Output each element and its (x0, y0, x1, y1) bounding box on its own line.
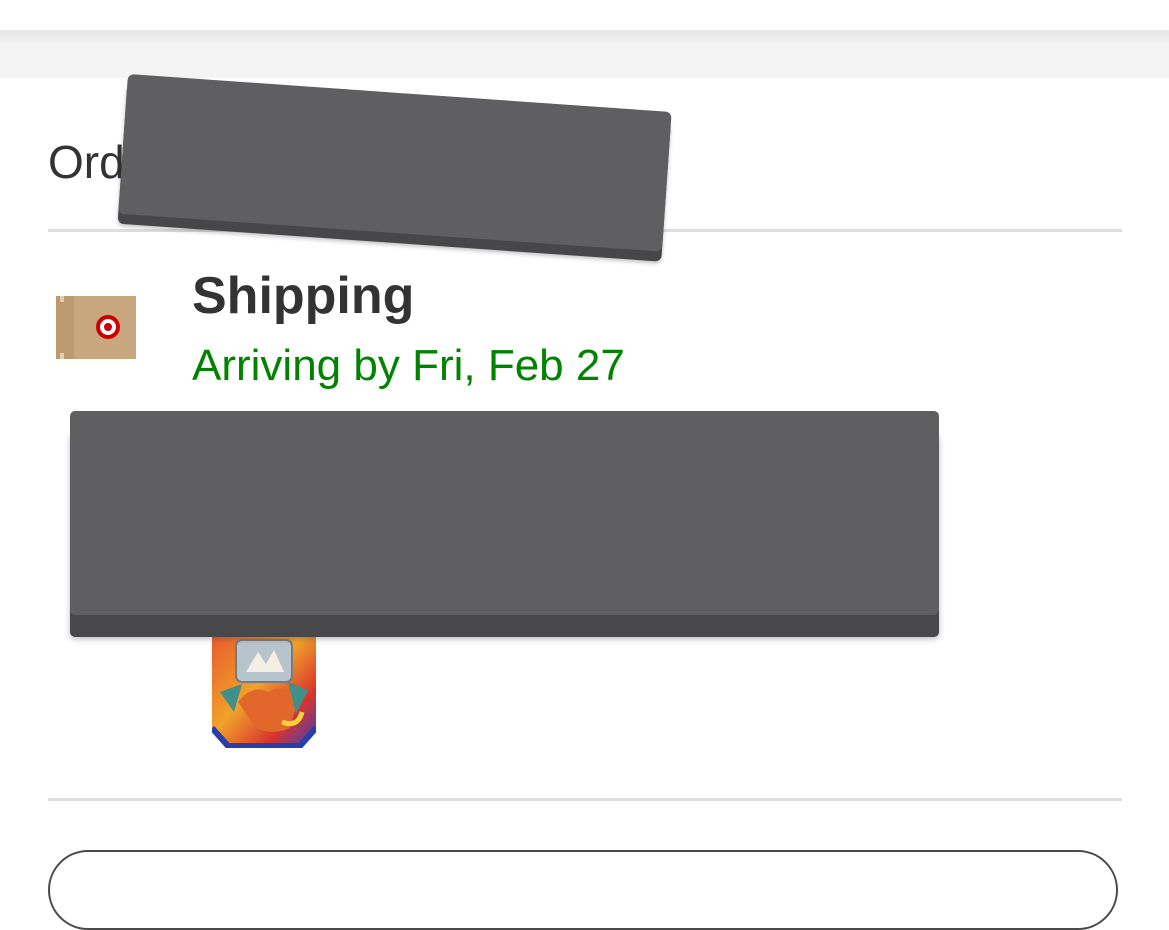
product-thumbnail[interactable] (212, 632, 316, 748)
top-bar (0, 0, 1169, 30)
arrival-date: Arriving by Fri, Feb 27 (192, 341, 625, 390)
header-shadow (0, 30, 1169, 78)
redacted-order-number (118, 74, 672, 252)
target-package-icon (56, 296, 136, 359)
redacted-product-details (70, 411, 939, 615)
shipment-status-title: Shipping (192, 267, 415, 325)
action-button[interactable] (48, 850, 1118, 930)
divider (48, 798, 1122, 801)
order-number-label: Ord (48, 136, 125, 188)
